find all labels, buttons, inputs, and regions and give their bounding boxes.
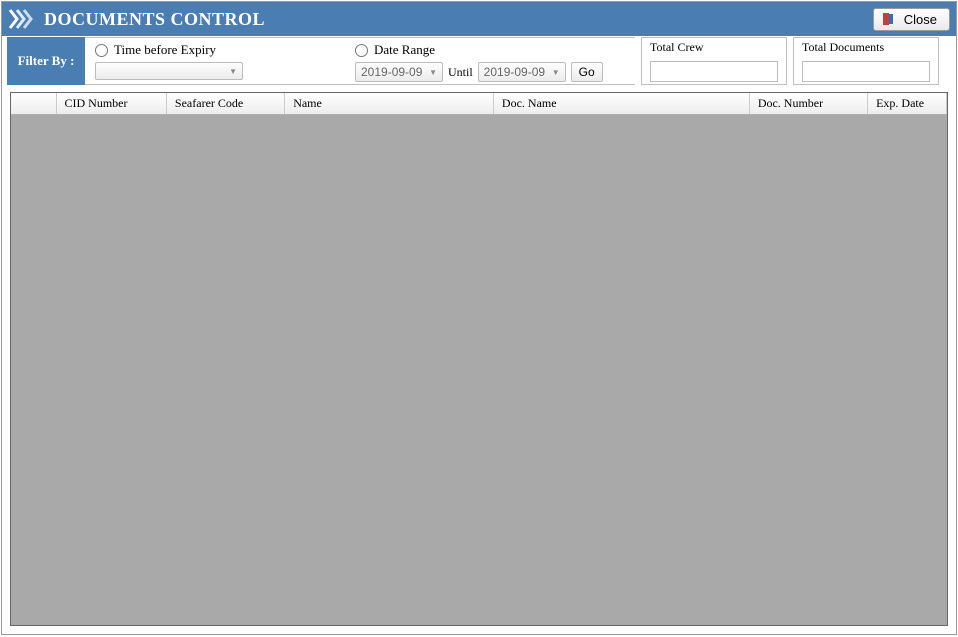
titlebar-left: DOCUMENTS CONTROL <box>8 8 265 30</box>
chevron-down-icon: ▼ <box>552 68 560 77</box>
dropdown-time-before-expiry[interactable]: ▼ <box>95 62 243 80</box>
input-total-documents[interactable] <box>802 61 930 82</box>
chevron-down-icon: ▼ <box>229 67 237 76</box>
titlebar: DOCUMENTS CONTROL Close <box>2 2 956 36</box>
filter-by-label: Filter By : <box>7 37 85 85</box>
panel-total-crew: Total Crew <box>641 37 787 85</box>
go-button[interactable]: Go <box>571 62 603 82</box>
filter-panel-time-before-expiry: Time before Expiry ▼ <box>85 37 345 85</box>
grid-body[interactable] <box>11 115 947 626</box>
page-title: DOCUMENTS CONTROL <box>44 9 265 30</box>
col-header-cid-number[interactable]: CID Number <box>57 93 167 114</box>
input-total-crew[interactable] <box>650 61 778 82</box>
col-header-doc-number[interactable]: Doc. Number <box>750 93 868 114</box>
col-header-name[interactable]: Name <box>285 93 494 114</box>
go-button-label: Go <box>579 65 595 79</box>
date-to-value: 2019-09-09 <box>484 65 545 79</box>
close-button-label: Close <box>904 12 937 27</box>
col-header-doc-name[interactable]: Doc. Name <box>494 93 750 114</box>
filter-panel-date-range: Date Range 2019-09-09 ▼ Until 2019-09-09… <box>345 37 635 85</box>
col-header-exp-date[interactable]: Exp. Date <box>868 93 947 114</box>
door-close-icon <box>882 12 896 26</box>
grid-header: CID Number Seafarer Code Name Doc. Name … <box>11 93 947 115</box>
panel-total-documents: Total Documents <box>793 37 939 85</box>
chevrons-right-icon <box>8 8 36 30</box>
filter-bar: Filter By : Time before Expiry ▼ Date Ra… <box>2 36 956 86</box>
documents-control-window: DOCUMENTS CONTROL Close Filter By : Time… <box>1 1 957 635</box>
radio-date-range[interactable] <box>355 44 368 57</box>
radio-time-before-expiry[interactable] <box>95 44 108 57</box>
col-header-seafarer-code[interactable]: Seafarer Code <box>167 93 285 114</box>
col-header-status[interactable] <box>11 93 57 114</box>
dropdown-date-from[interactable]: 2019-09-09 ▼ <box>355 62 443 82</box>
date-from-value: 2019-09-09 <box>361 65 422 79</box>
label-total-documents: Total Documents <box>802 40 930 55</box>
radio-date-range-label: Date Range <box>374 42 435 58</box>
chevron-down-icon: ▼ <box>429 68 437 77</box>
radio-time-before-expiry-label: Time before Expiry <box>114 42 216 58</box>
data-grid: CID Number Seafarer Code Name Doc. Name … <box>10 92 948 626</box>
dropdown-date-to[interactable]: 2019-09-09 ▼ <box>478 62 566 82</box>
until-label: Until <box>448 65 473 80</box>
close-button[interactable]: Close <box>873 8 950 31</box>
label-total-crew: Total Crew <box>650 40 778 55</box>
